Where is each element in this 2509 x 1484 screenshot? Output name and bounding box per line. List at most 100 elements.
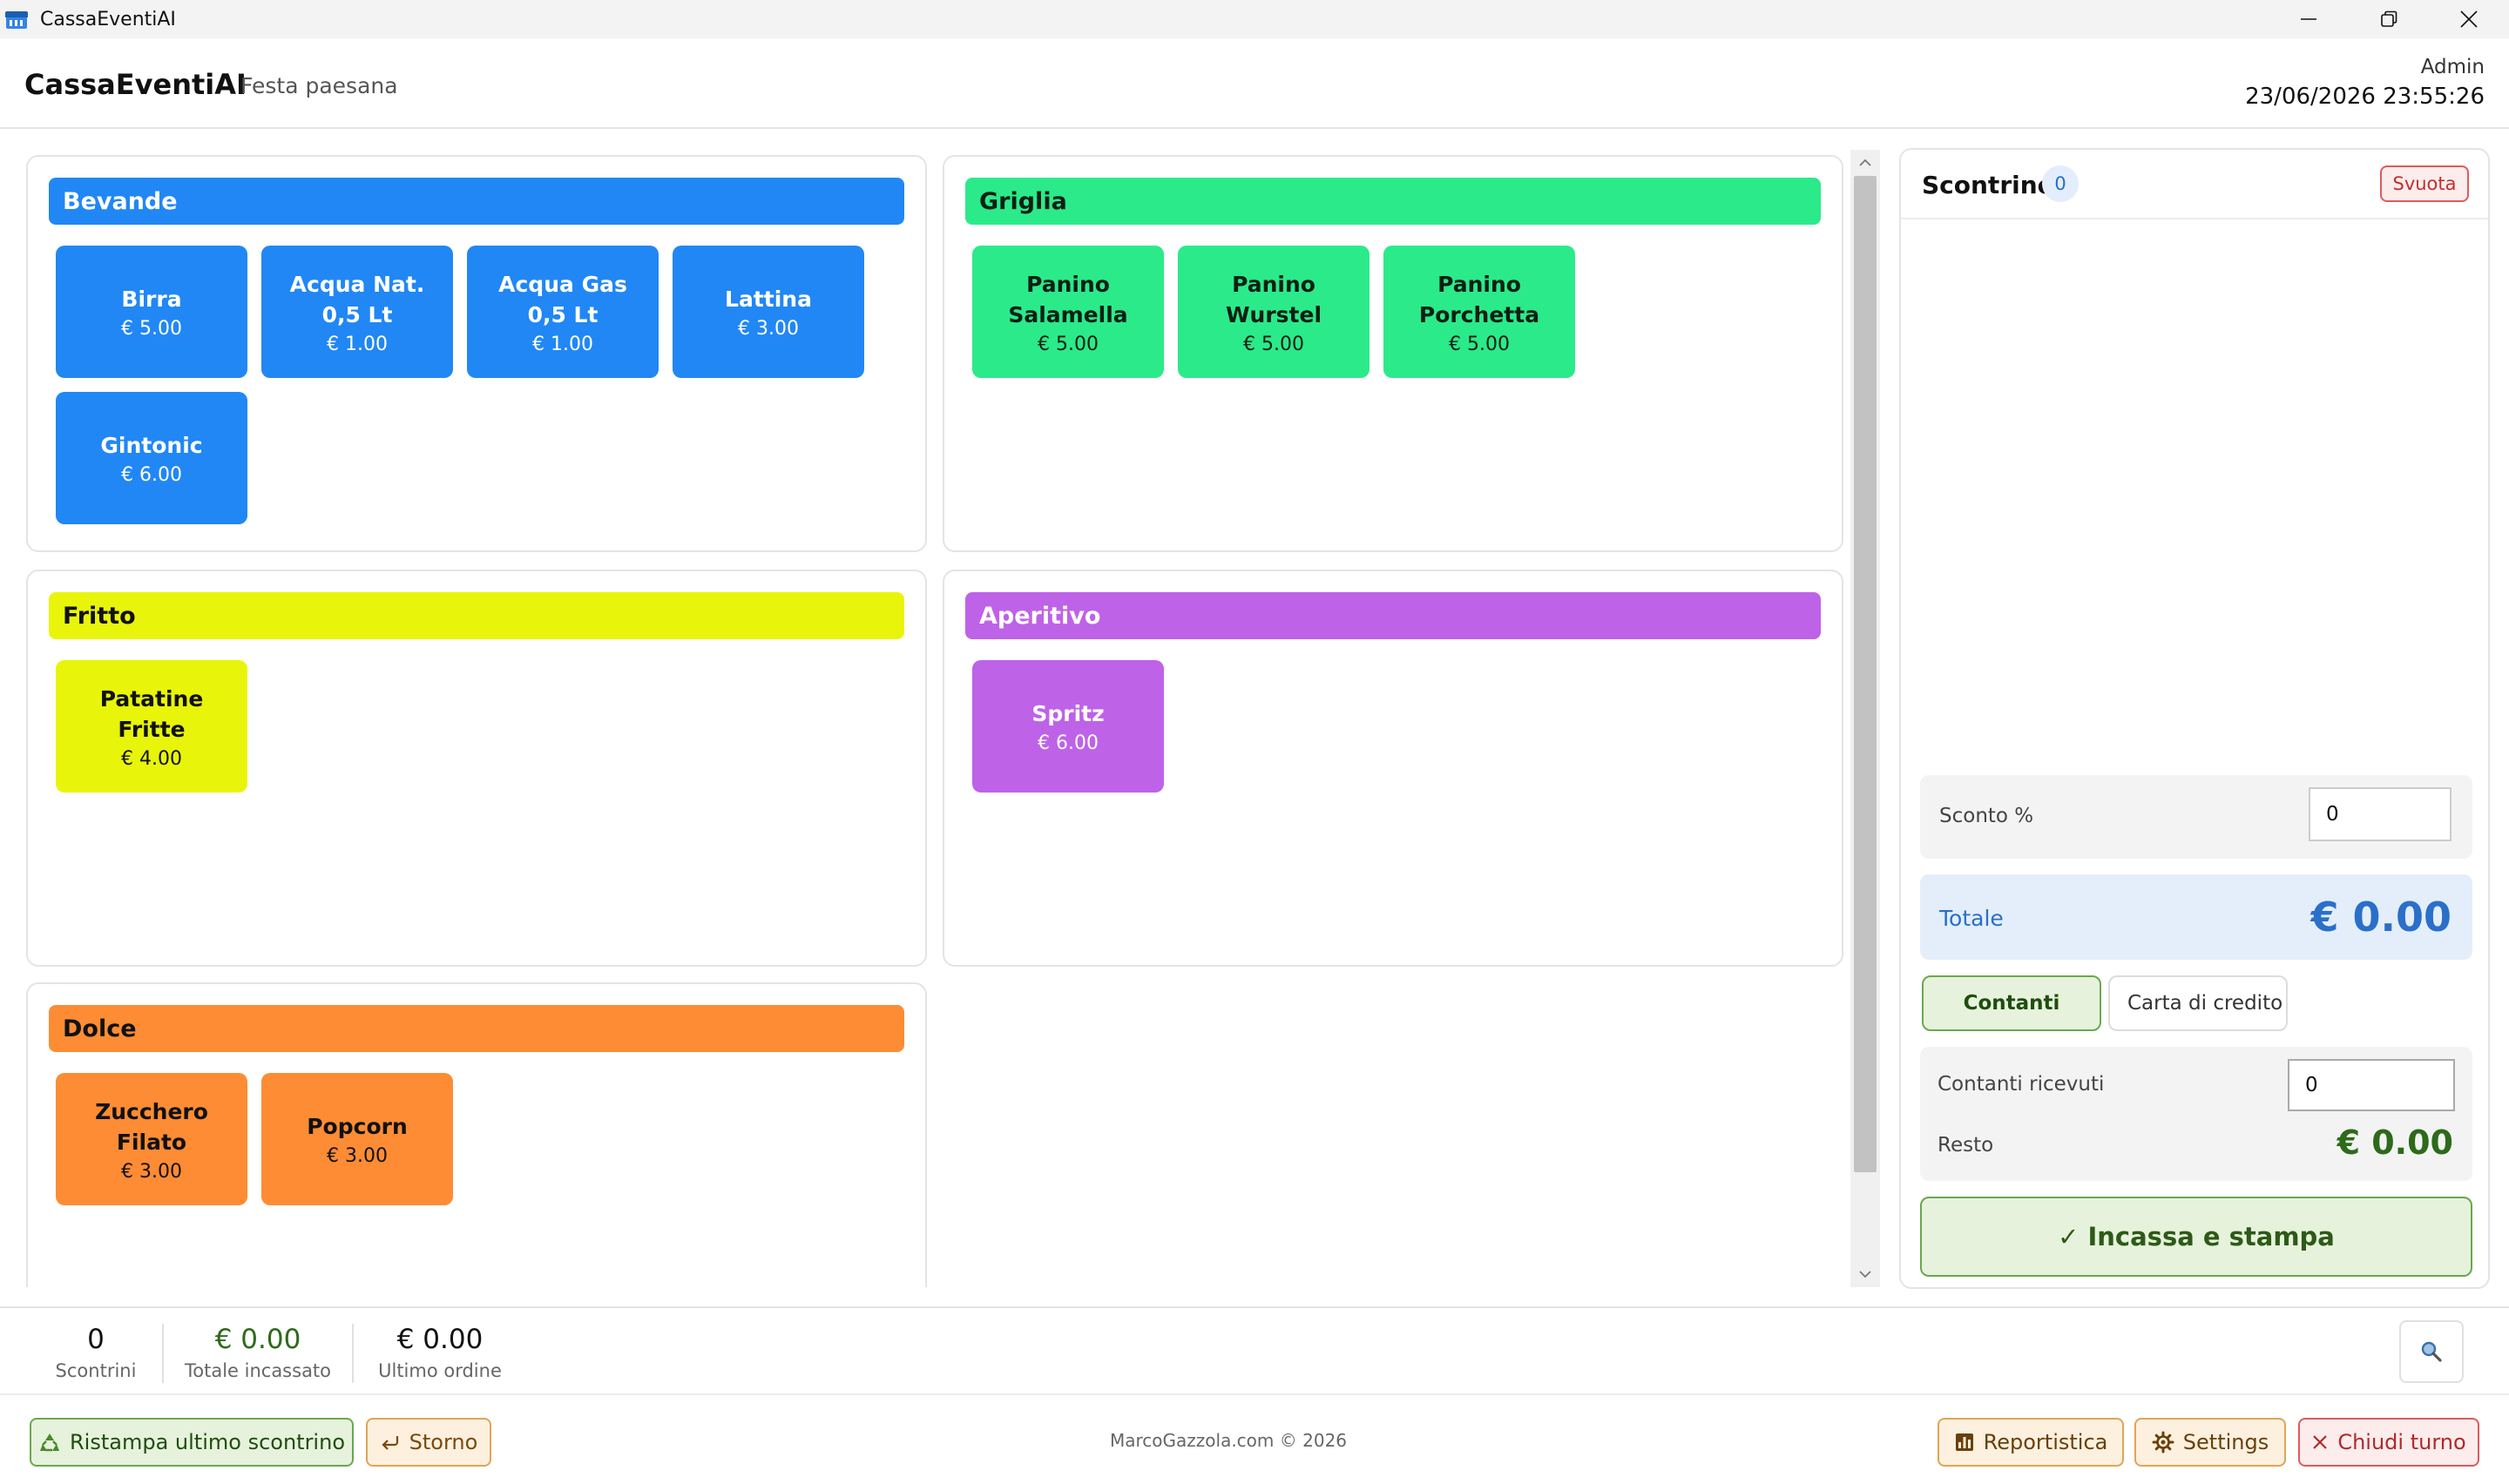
product-name: Spritz: [1031, 701, 1105, 726]
bar-chart-icon: [1955, 1433, 1973, 1451]
stat-receipts-label: Scontrini: [55, 1360, 137, 1381]
stat-receipts: 0 Scontrini: [35, 1324, 157, 1381]
reprint-last-receipt-button[interactable]: Ristampa ultimo scontrino: [30, 1418, 354, 1467]
product-name: Panino Porchetta: [1418, 271, 1540, 327]
chevron-down-icon: [1859, 1271, 1871, 1278]
stat-last-label: Ultimo ordine: [378, 1360, 502, 1381]
stat-total-label: Totale incassato: [184, 1360, 332, 1381]
app-icon: [5, 8, 28, 30]
product-name: Gintonic: [100, 433, 203, 458]
product-price: € 1.00: [532, 333, 593, 355]
search-icon: [2421, 1341, 2442, 1362]
payment-cash-button[interactable]: Contanti: [1922, 975, 2101, 1031]
total-label: Totale: [1939, 906, 2004, 931]
discount-label: Sconto %: [1939, 805, 2034, 827]
product-name: Zucchero Filato: [95, 1098, 208, 1155]
product-button[interactable]: Panino Salamella € 5.00: [972, 246, 1164, 378]
brand-title: CassaEventiAI: [24, 68, 247, 101]
product-price: € 1.00: [327, 333, 388, 355]
product-grid: Spritz € 6.00: [972, 660, 1821, 793]
product-price: € 6.00: [1038, 732, 1099, 754]
product-button[interactable]: Patatine Fritte € 4.00: [56, 660, 247, 793]
clear-receipt-button[interactable]: Svuota: [2380, 165, 2469, 202]
product-button[interactable]: Zucchero Filato € 3.00: [56, 1073, 247, 1205]
minimize-icon: [2301, 18, 2316, 20]
product-price: € 4.00: [121, 747, 182, 770]
product-name: Lattina: [725, 287, 812, 312]
reprint-label: Ristampa ultimo scontrino: [70, 1430, 345, 1454]
receipt-header: Scontrino 0 Svuota: [1901, 150, 2488, 219]
product-price: € 5.00: [1038, 333, 1099, 355]
copyright-text: MarcoGazzola.com © 2026: [1110, 1430, 1348, 1451]
category-header: Aperitivo: [965, 592, 1821, 639]
receipt-title: Scontrino: [1922, 171, 2054, 199]
scroll-down-button[interactable]: [1850, 1261, 1880, 1287]
close-shift-button[interactable]: Chiudi turno: [2298, 1418, 2479, 1467]
cash-received-label: Contanti ricevuti: [1938, 1073, 2105, 1096]
product-grid: Patatine Fritte € 4.00: [56, 660, 904, 793]
product-grid: Zucchero Filato € 3.00 Popcorn € 3.00: [56, 1073, 904, 1205]
product-button[interactable]: Lattina € 3.00: [673, 246, 864, 378]
discount-input[interactable]: [2309, 787, 2452, 841]
close-window-button[interactable]: [2429, 0, 2509, 38]
category-panel: Griglia Panino Salamella € 5.00 Panino Wurs…: [943, 155, 1843, 552]
cash-received-input[interactable]: [2288, 1059, 2455, 1111]
product-button[interactable]: Acqua Gas 0,5 Lt € 1.00: [467, 246, 659, 378]
settings-button[interactable]: Settings: [2134, 1418, 2286, 1467]
product-name: Panino Wurstel: [1225, 271, 1322, 327]
close-icon: [2460, 10, 2478, 28]
product-button[interactable]: Acqua Nat. 0,5 Lt € 1.00: [261, 246, 453, 378]
app-header: CassaEventiAI Festa paesana Admin 23/06/…: [0, 38, 2509, 129]
storno-button[interactable]: Storno: [366, 1418, 491, 1467]
undo-arrow-icon: [382, 1436, 398, 1450]
window-titlebar: CassaEventiAI: [0, 0, 2509, 38]
storno-label: Storno: [409, 1430, 478, 1454]
product-button[interactable]: Gintonic € 6.00: [56, 392, 247, 524]
product-grid: Birra € 5.00 Acqua Nat. 0,5 Lt € 1.00 Acqua …: [56, 246, 904, 524]
stat-last-value: € 0.00: [396, 1324, 484, 1355]
search-button[interactable]: [2399, 1320, 2464, 1383]
recycle-icon: [40, 1433, 59, 1452]
gear-icon: [2152, 1431, 2174, 1454]
event-name: Festa paesana: [240, 73, 398, 98]
minimize-button[interactable]: [2269, 0, 2349, 38]
product-price: € 3.00: [738, 318, 799, 340]
product-price: € 3.00: [327, 1145, 388, 1167]
payment-card-button[interactable]: Carta di credito: [2108, 975, 2288, 1031]
checkout-print-button[interactable]: ✓ Incassa e stampa: [1920, 1197, 2472, 1277]
scrollbar-thumb[interactable]: [1854, 176, 1877, 1172]
product-button[interactable]: Popcorn € 3.00: [261, 1073, 453, 1205]
product-name: Patatine Fritte: [99, 685, 204, 742]
products-area: Bevande Birra € 5.00 Acqua Nat. 0,5 Lt € 1.0…: [24, 153, 1845, 1287]
category-header: Dolce: [49, 1005, 904, 1052]
products-scrollbar[interactable]: [1850, 150, 1880, 1287]
product-button[interactable]: Panino Wurstel € 5.00: [1178, 246, 1369, 378]
scroll-up-button[interactable]: [1850, 150, 1880, 176]
stat-total-collected: € 0.00 Totale incassato: [176, 1324, 340, 1381]
report-button[interactable]: Reportistica: [1938, 1418, 2124, 1467]
product-name: Birra: [121, 287, 182, 312]
product-price: € 3.00: [121, 1160, 182, 1183]
stat-total-value: € 0.00: [214, 1324, 301, 1355]
product-name: Panino Salamella: [1008, 271, 1128, 327]
category-panel: Fritto Patatine Fritte € 4.00: [26, 570, 927, 967]
category-panel: Dolce Zucchero Filato € 3.00 Popcorn € 3.00: [26, 982, 927, 1287]
product-button[interactable]: Panino Porchetta € 5.00: [1383, 246, 1575, 378]
receipt-panel: Scontrino 0 Svuota Sconto % Totale € 0.0…: [1899, 148, 2490, 1289]
restore-button[interactable]: [2349, 0, 2429, 38]
stat-receipts-value: 0: [87, 1324, 105, 1355]
settings-label: Settings: [2182, 1430, 2269, 1454]
product-name: Acqua Nat. 0,5 Lt: [289, 271, 425, 327]
current-user: Admin: [2420, 56, 2485, 78]
stat-divider: [162, 1324, 164, 1383]
product-price: € 5.00: [1243, 333, 1304, 355]
change-value: € 0.00: [2337, 1123, 2453, 1162]
product-name: Acqua Gas 0,5 Lt: [498, 271, 627, 327]
footer-bar: Ristampa ultimo scontrino Storno MarcoGa…: [0, 1393, 2509, 1484]
product-name: Popcorn: [307, 1114, 408, 1139]
product-button[interactable]: Spritz € 6.00: [972, 660, 1164, 793]
product-button[interactable]: Birra € 5.00: [56, 246, 247, 378]
category-header: Fritto: [49, 592, 904, 639]
total-box: Totale € 0.00: [1920, 874, 2472, 960]
category-panel: Aperitivo Spritz € 6.00: [943, 570, 1843, 967]
